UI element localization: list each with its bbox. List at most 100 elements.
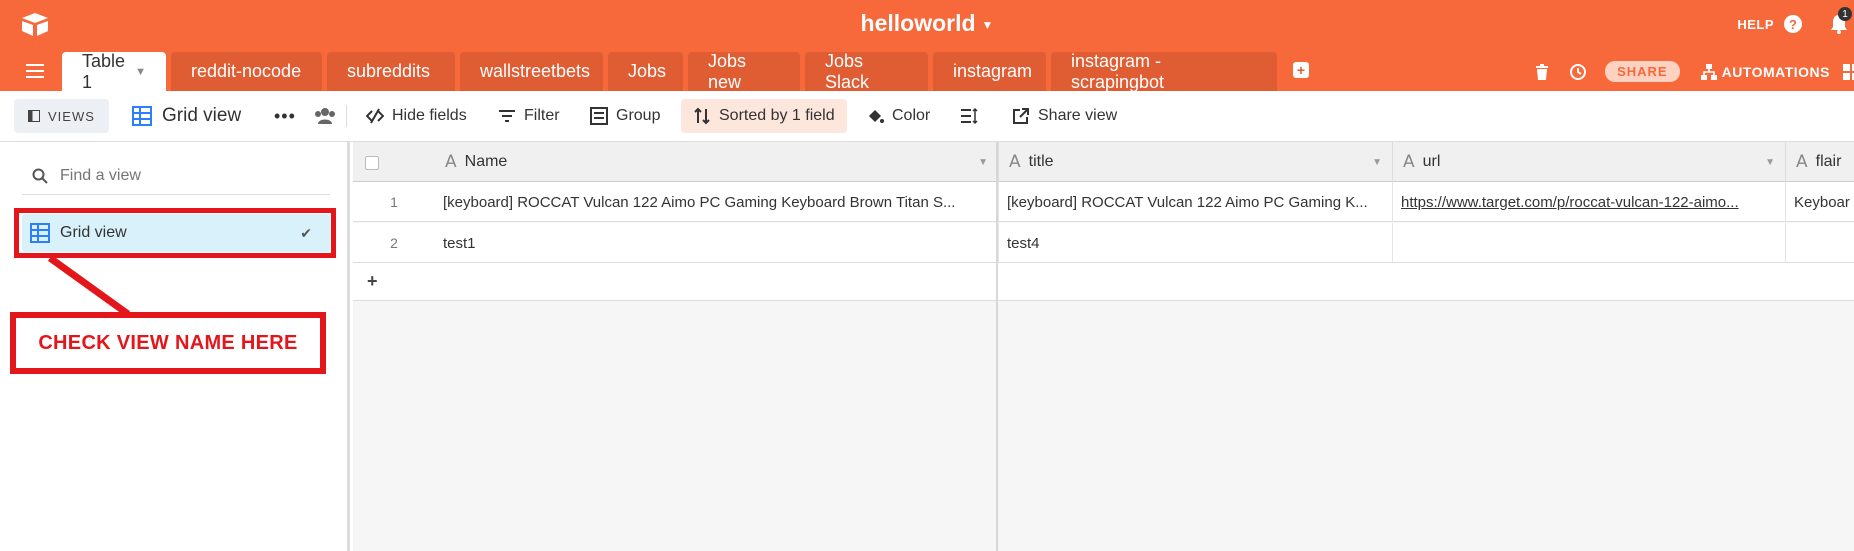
hamburger-menu-icon[interactable] — [26, 63, 44, 79]
tab-jobs-new[interactable]: Jobs new — [688, 50, 800, 92]
grid-header: A Name ▼ A title ▼ A url ▼ A flair — [353, 142, 1854, 182]
group-icon — [590, 107, 608, 125]
table-tools: SHARE AUTOMATIONS — [1533, 52, 1854, 91]
more-options-icon[interactable]: ••• — [266, 99, 304, 133]
chevron-down-icon: ▼ — [981, 17, 994, 32]
notification-badge: 1 — [1838, 7, 1852, 21]
tab-table-1[interactable]: Table 1 ▼ — [62, 51, 166, 92]
tab-label: subreddits — [347, 61, 431, 81]
column-header-flair[interactable]: A flair — [1786, 142, 1854, 182]
column-label: title — [1028, 153, 1054, 170]
tab-label: instagram — [953, 61, 1033, 81]
search-icon — [32, 168, 48, 184]
current-view-button[interactable]: Grid view — [124, 99, 249, 133]
tab-label: Jobs new — [708, 50, 747, 92]
filter-icon — [499, 110, 515, 122]
column-header-title[interactable]: A title ▼ — [999, 142, 1393, 182]
table-tabs: Table 1 ▼ reddit-nocode subreddits wallst… — [0, 50, 1854, 92]
group-button[interactable]: Group — [582, 99, 668, 133]
column-label: url — [1422, 153, 1441, 170]
table-row[interactable]: 1 [keyboard] ROCCAT Vulcan 122 Aimo PC G… — [353, 182, 1854, 222]
base-title-text: helloworld — [860, 10, 976, 36]
column-label: flair — [1815, 153, 1842, 170]
column-header-name[interactable]: A Name ▼ — [435, 142, 999, 182]
chevron-down-icon[interactable]: ▼ — [1372, 157, 1382, 168]
row-number-header — [353, 142, 435, 182]
sidebar-toggle-icon — [28, 110, 40, 122]
tab-jobs-slack[interactable]: Jobs Slack — [805, 51, 928, 92]
chevron-down-icon[interactable]: ▼ — [978, 157, 988, 168]
row-height-button[interactable] — [952, 99, 986, 133]
annotation-highlight-box — [14, 208, 336, 258]
color-button[interactable]: Color — [858, 99, 938, 133]
help-circle-icon[interactable]: ? — [1784, 15, 1802, 33]
tab-label: reddit-nocode — [191, 61, 302, 81]
cell-url[interactable]: https://www.target.com/p/roccat-vulcan-1… — [1393, 182, 1786, 222]
view-toolbar: VIEWS Grid view ••• Hide fields Filter G… — [0, 91, 1854, 142]
plus-icon: + — [367, 271, 378, 291]
tab-jobs[interactable]: Jobs — [608, 52, 683, 91]
table-row[interactable]: 2 test1 test4 — [353, 223, 1854, 263]
tab-instagram[interactable]: instagram — [933, 52, 1046, 91]
tab-label: instagram - scrapingbot — [1071, 50, 1165, 92]
add-table-icon[interactable]: + — [1293, 62, 1309, 78]
cell-title[interactable]: test4 — [999, 223, 1393, 263]
tab-instagram-scrapingbot[interactable]: instagram - scrapingbot — [1051, 50, 1277, 92]
share-view-button[interactable]: Share view — [1004, 99, 1125, 133]
text-field-icon: A — [1796, 152, 1808, 172]
grid-view-icon — [132, 106, 152, 126]
tab-reddit-nocode[interactable]: reddit-nocode — [171, 52, 322, 91]
chevron-down-icon[interactable]: ▼ — [1765, 157, 1775, 168]
group-label: Group — [616, 107, 661, 124]
url-link[interactable]: https://www.target.com/p/roccat-vulcan-1… — [1401, 194, 1739, 211]
base-title[interactable]: helloworld ▼ — [0, 10, 1854, 37]
tab-label: wallstreetbets — [480, 61, 591, 81]
filter-label: Filter — [524, 107, 560, 124]
row-height-icon — [961, 107, 978, 125]
annotation-text: CHECK VIEW NAME HERE — [38, 331, 298, 354]
cell-url[interactable] — [1393, 223, 1786, 263]
automations-icon — [1700, 63, 1717, 80]
text-field-icon: A — [445, 152, 457, 172]
share-button[interactable]: SHARE — [1605, 61, 1680, 82]
cell-title[interactable]: [keyboard] ROCCAT Vulcan 122 Aimo PC Gam… — [999, 182, 1393, 222]
top-app-bar: helloworld ▼ HELP ? 1 Table 1 ▼ reddit-noc… — [0, 0, 1854, 92]
top-right-controls: HELP ? 1 — [1737, 7, 1854, 36]
apps-icon[interactable] — [1842, 63, 1854, 81]
cell-name[interactable]: [keyboard] ROCCAT Vulcan 122 Aimo PC Gam… — [435, 182, 999, 222]
paint-bucket-icon — [869, 110, 884, 123]
collaborators-icon[interactable] — [306, 99, 344, 133]
tab-wallstreetbets[interactable]: wallstreetbets — [460, 52, 603, 91]
sort-button[interactable]: Sorted by 1 field — [681, 99, 847, 133]
tab-label: Jobs — [628, 61, 667, 81]
current-view-label: Grid view — [162, 105, 242, 126]
color-label: Color — [892, 107, 931, 124]
hide-fields-label: Hide fields — [392, 107, 467, 124]
data-grid: A Name ▼ A title ▼ A url ▼ A flair 1 [ke… — [353, 142, 1854, 551]
text-field-icon: A — [1009, 152, 1021, 172]
annotation-callout: CHECK VIEW NAME HERE — [10, 312, 326, 374]
text-field-icon: A — [1403, 152, 1415, 172]
cell-flair[interactable] — [1786, 223, 1854, 263]
toolbar-divider — [346, 105, 347, 127]
find-view-input[interactable] — [60, 166, 310, 185]
chevron-down-icon[interactable]: ▼ — [135, 66, 146, 78]
row-number: 2 — [390, 235, 398, 251]
history-icon[interactable] — [1569, 63, 1587, 81]
row-number: 1 — [390, 194, 398, 210]
share-view-label: Share view — [1038, 107, 1118, 124]
tab-subreddits[interactable]: subreddits — [327, 52, 455, 91]
add-row-button[interactable]: + — [353, 263, 1854, 301]
cell-flair[interactable]: Keyboar — [1786, 182, 1854, 222]
hide-fields-button[interactable]: Hide fields — [358, 99, 475, 133]
filter-button[interactable]: Filter — [490, 99, 568, 133]
trash-icon[interactable] — [1533, 63, 1551, 81]
cell-name[interactable]: test1 — [435, 223, 999, 263]
automations-button[interactable]: AUTOMATIONS — [1700, 63, 1830, 81]
automations-label: AUTOMATIONS — [1721, 63, 1830, 80]
notification-bell-icon[interactable]: 1 — [1828, 7, 1852, 35]
column-header-url[interactable]: A url ▼ — [1393, 142, 1786, 182]
help-button[interactable]: HELP — [1737, 17, 1774, 32]
views-toggle-button[interactable]: VIEWS — [14, 99, 109, 133]
views-label: VIEWS — [48, 108, 95, 124]
